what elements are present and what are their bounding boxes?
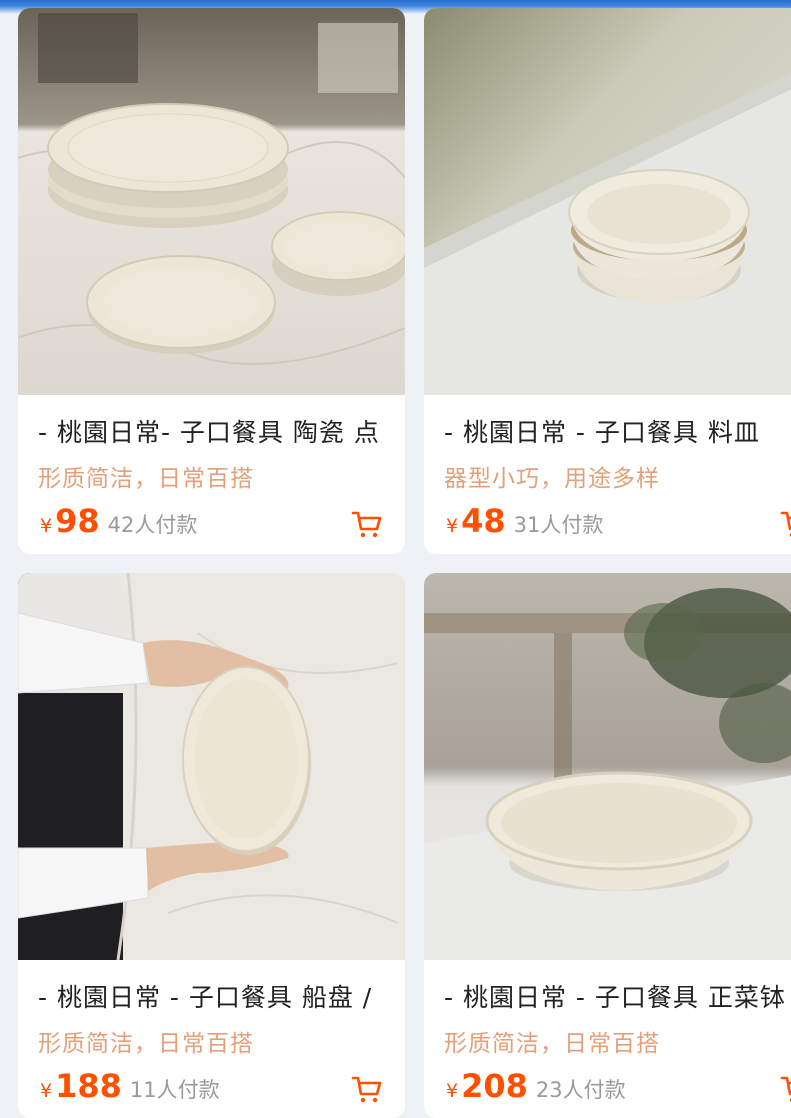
product-price: 98 [55,502,100,540]
shopping-cart-icon [780,1076,791,1102]
currency-symbol: ¥ [446,1080,459,1102]
product-tagline: 形质简洁，日常百搭 [444,1031,660,1057]
product-tagline: 形质简洁，日常百搭 [38,466,254,492]
product-image[interactable] [18,8,405,395]
product-price: 188 [55,1067,122,1105]
product-card[interactable]: - 桃園日常 - 子口餐具 正菜钵 形质简洁，日常百搭 ¥ 208 23人付款 [424,573,791,1118]
product-title[interactable]: - 桃園日常 - 子口餐具 船盘 / [38,978,395,1014]
product-card[interactable]: - 桃園日常- 子口餐具 陶瓷 点 形质简洁，日常百搭 ¥ 98 42人付款 [18,8,405,554]
add-to-cart-button[interactable] [780,1075,791,1105]
shopping-cart-icon [780,511,791,537]
sales-count: 42人付款 [107,513,198,537]
product-card[interactable]: - 桃園日常 - 子口餐具 船盘 / 形质简洁，日常百搭 ¥ 188 11人付款 [18,573,405,1118]
sales-count: 23人付款 [535,1078,626,1102]
add-to-cart-button[interactable] [351,1075,383,1105]
product-title[interactable]: - 桃園日常- 子口餐具 陶瓷 点 [38,413,395,449]
price-row: ¥ 98 42人付款 [40,502,197,540]
product-card[interactable]: - 桃園日常 - 子口餐具 料皿 器型小巧，用途多样 ¥ 48 31人付款 [424,8,791,554]
product-title[interactable]: - 桃園日常 - 子口餐具 料皿 [444,413,791,449]
product-image[interactable] [18,573,405,960]
product-tagline: 器型小巧，用途多样 [444,466,660,492]
shopping-cart-icon [351,511,382,538]
product-price: 208 [461,1067,528,1105]
product-price: 48 [461,502,506,540]
product-tagline: 形质简洁，日常百搭 [38,1031,254,1057]
product-image[interactable] [424,8,791,395]
shopping-cart-icon [351,1076,382,1103]
sales-count: 31人付款 [513,513,604,537]
product-title[interactable]: - 桃園日常 - 子口餐具 正菜钵 [444,978,791,1014]
add-to-cart-button[interactable] [351,510,383,540]
sales-count: 11人付款 [129,1078,220,1102]
price-row: ¥ 48 31人付款 [446,502,603,540]
currency-symbol: ¥ [446,515,459,537]
product-image[interactable] [424,573,791,960]
add-to-cart-button[interactable] [780,510,791,540]
price-row: ¥ 208 23人付款 [446,1067,626,1105]
price-row: ¥ 188 11人付款 [40,1067,220,1105]
currency-symbol: ¥ [40,515,53,537]
currency-symbol: ¥ [40,1080,53,1102]
